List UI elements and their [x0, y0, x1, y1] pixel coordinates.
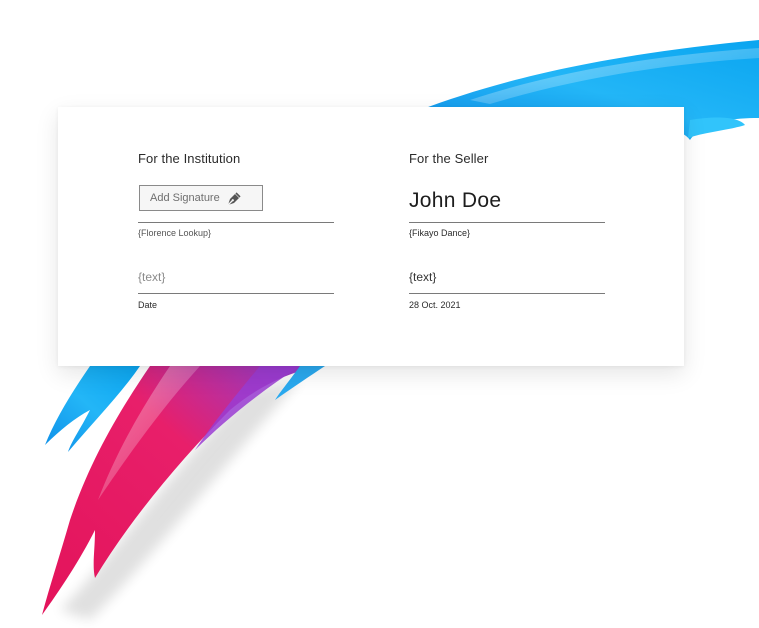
- seller-date-value: 28 Oct. 2021: [409, 300, 461, 310]
- document-stage: For the Institution Add Signature {Flore…: [0, 0, 759, 628]
- seller-text-field[interactable]: {text}: [409, 270, 436, 284]
- date-line: [138, 293, 334, 294]
- date-line: [409, 293, 605, 294]
- signature-card: For the Institution Add Signature {Flore…: [58, 107, 684, 366]
- institution-text-field[interactable]: {text}: [138, 270, 165, 284]
- seller-signature: John Doe: [409, 189, 502, 212]
- pen-nib-icon: [227, 192, 241, 206]
- signature-line: [138, 222, 334, 223]
- seller-name-placeholder: {Fikayo Dance}: [409, 228, 471, 238]
- add-signature-label: Add Signature: [150, 192, 220, 204]
- institution-date-caption: Date: [138, 300, 158, 310]
- institution-heading: For the Institution: [138, 151, 241, 166]
- seller-heading: For the Seller: [409, 151, 489, 166]
- signature-line: [409, 222, 605, 223]
- add-signature-button[interactable]: Add Signature: [139, 185, 263, 211]
- institution-name-placeholder: {Florence Lookup}: [138, 228, 212, 238]
